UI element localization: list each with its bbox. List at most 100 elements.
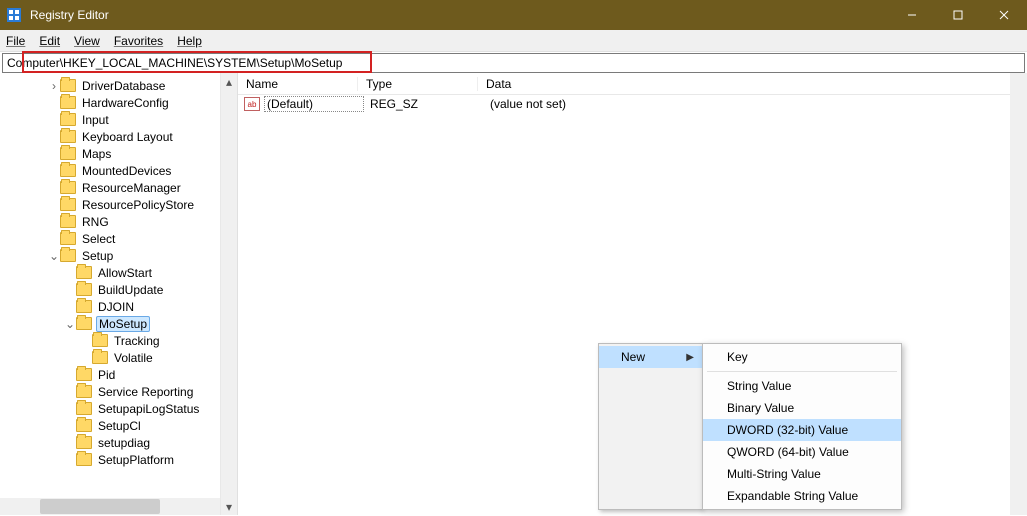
menu-favorites[interactable]: Favorites bbox=[114, 34, 163, 48]
folder-icon bbox=[60, 130, 76, 143]
tree-item[interactable]: Pid bbox=[0, 366, 237, 383]
menu-edit[interactable]: Edit bbox=[39, 34, 60, 48]
context-item-new[interactable]: New ▶ bbox=[599, 346, 702, 368]
folder-icon bbox=[60, 96, 76, 109]
folder-icon bbox=[76, 300, 92, 313]
folder-icon bbox=[60, 79, 76, 92]
folder-icon bbox=[60, 181, 76, 194]
scroll-up-icon[interactable]: ▴ bbox=[221, 73, 238, 90]
scroll-thumb[interactable] bbox=[40, 499, 160, 514]
tree-item[interactable]: DJOIN bbox=[0, 298, 237, 315]
folder-icon bbox=[76, 385, 92, 398]
minimize-button[interactable] bbox=[889, 0, 935, 30]
tree-item-label: Tracking bbox=[112, 334, 162, 348]
address-bar[interactable]: Computer\HKEY_LOCAL_MACHINE\SYSTEM\Setup… bbox=[2, 53, 1025, 73]
tree-item[interactable]: › DriverDatabase bbox=[0, 77, 237, 94]
tree-item-label: BuildUpdate bbox=[96, 283, 165, 297]
tree-horizontal-scrollbar[interactable] bbox=[0, 498, 220, 515]
folder-icon bbox=[60, 113, 76, 126]
tree-item-label: setupdiag bbox=[96, 436, 152, 450]
tree-item[interactable]: HardwareConfig bbox=[0, 94, 237, 111]
tree-item[interactable]: ResourceManager bbox=[0, 179, 237, 196]
folder-icon bbox=[76, 453, 92, 466]
value-row[interactable]: ab (Default) REG_SZ (value not set) bbox=[238, 95, 1027, 113]
tree-item[interactable]: Input bbox=[0, 111, 237, 128]
menu-file[interactable]: File bbox=[6, 34, 25, 48]
tree-item[interactable]: Keyboard Layout bbox=[0, 128, 237, 145]
tree-item-label: Select bbox=[80, 232, 117, 246]
context-submenu-item[interactable]: String Value bbox=[703, 375, 901, 397]
tree-item-label: SetupapiLogStatus bbox=[96, 402, 201, 416]
tree-item[interactable]: Service Reporting bbox=[0, 383, 237, 400]
scroll-down-icon[interactable]: ▾ bbox=[221, 498, 238, 515]
tree-item-label: RNG bbox=[80, 215, 111, 229]
tree-item-label: Pid bbox=[96, 368, 117, 382]
tree-toggle-icon[interactable]: › bbox=[48, 80, 60, 92]
folder-icon bbox=[76, 436, 92, 449]
menu-view[interactable]: View bbox=[74, 34, 100, 48]
folder-icon bbox=[76, 402, 92, 415]
values-panel: Name Type Data ab (Default) REG_SZ (valu… bbox=[238, 73, 1027, 515]
folder-icon bbox=[76, 283, 92, 296]
string-value-icon: ab bbox=[244, 97, 260, 111]
context-submenu-item[interactable]: QWORD (64-bit) Value bbox=[703, 441, 901, 463]
tree-toggle-icon[interactable]: ⌄ bbox=[48, 250, 60, 262]
tree-item[interactable]: MountedDevices bbox=[0, 162, 237, 179]
column-header-name[interactable]: Name bbox=[238, 77, 358, 91]
tree-item-label: Keyboard Layout bbox=[80, 130, 175, 144]
tree-item[interactable]: AllowStart bbox=[0, 264, 237, 281]
close-button[interactable] bbox=[981, 0, 1027, 30]
tree-item-label: HardwareConfig bbox=[80, 96, 171, 110]
window-title: Registry Editor bbox=[30, 8, 889, 22]
tree-toggle-icon[interactable]: ⌄ bbox=[64, 318, 76, 330]
context-submenu-item[interactable]: Binary Value bbox=[703, 397, 901, 419]
tree-item[interactable]: BuildUpdate bbox=[0, 281, 237, 298]
folder-icon bbox=[60, 198, 76, 211]
tree-item-label: ResourceManager bbox=[80, 181, 183, 195]
tree-item-label: ResourcePolicyStore bbox=[80, 198, 196, 212]
tree-item[interactable]: RNG bbox=[0, 213, 237, 230]
tree-item[interactable]: setupdiag bbox=[0, 434, 237, 451]
tree-item-label: SetupPlatform bbox=[96, 453, 176, 467]
menu-help[interactable]: Help bbox=[177, 34, 202, 48]
titlebar[interactable]: Registry Editor bbox=[0, 0, 1027, 30]
folder-icon bbox=[60, 215, 76, 228]
context-submenu-item[interactable]: Expandable String Value bbox=[703, 485, 901, 507]
tree-item[interactable]: Select bbox=[0, 230, 237, 247]
tree-item-label: AllowStart bbox=[96, 266, 154, 280]
tree-item[interactable]: SetupapiLogStatus bbox=[0, 400, 237, 417]
column-header-type[interactable]: Type bbox=[358, 77, 478, 91]
tree-panel: › DriverDatabase HardwareConfigInput Keyboa… bbox=[0, 73, 238, 515]
folder-icon bbox=[60, 147, 76, 160]
column-header-data[interactable]: Data bbox=[478, 77, 1027, 91]
context-submenu-item[interactable]: DWORD (32-bit) Value bbox=[703, 419, 901, 441]
tree-item[interactable]: Volatile bbox=[0, 349, 237, 366]
submenu-arrow-icon: ▶ bbox=[686, 352, 694, 363]
tree-item-label: Volatile bbox=[112, 351, 155, 365]
maximize-button[interactable] bbox=[935, 0, 981, 30]
tree-item-label: MountedDevices bbox=[80, 164, 173, 178]
context-submenu: Key String ValueBinary ValueDWORD (32-bit… bbox=[702, 343, 902, 510]
value-name: (Default) bbox=[264, 96, 364, 112]
tree-item-label: Service Reporting bbox=[96, 385, 195, 399]
folder-icon bbox=[60, 164, 76, 177]
tree-item-label: DriverDatabase bbox=[80, 79, 167, 93]
value-type: REG_SZ bbox=[364, 97, 484, 111]
tree-item[interactable]: ResourcePolicyStore bbox=[0, 196, 237, 213]
tree-item[interactable]: Maps bbox=[0, 145, 237, 162]
folder-icon bbox=[76, 266, 92, 279]
folder-icon bbox=[92, 334, 108, 347]
tree-item-label: SetupCl bbox=[96, 419, 143, 433]
tree-item-label: Setup bbox=[80, 249, 115, 263]
context-submenu-item[interactable]: Multi-String Value bbox=[703, 463, 901, 485]
tree-item[interactable]: Tracking bbox=[0, 332, 237, 349]
values-vertical-scrollbar[interactable] bbox=[1010, 73, 1027, 515]
folder-icon bbox=[60, 232, 76, 245]
context-submenu-item[interactable]: Key bbox=[703, 346, 901, 368]
tree-item[interactable]: ⌄ Setup bbox=[0, 247, 237, 264]
tree-item[interactable]: ⌄MoSetup bbox=[0, 315, 237, 332]
folder-icon bbox=[92, 351, 108, 364]
tree-item[interactable]: SetupCl bbox=[0, 417, 237, 434]
tree-vertical-scrollbar[interactable]: ▴ ▾ bbox=[220, 73, 237, 515]
tree-item[interactable]: SetupPlatform bbox=[0, 451, 237, 468]
